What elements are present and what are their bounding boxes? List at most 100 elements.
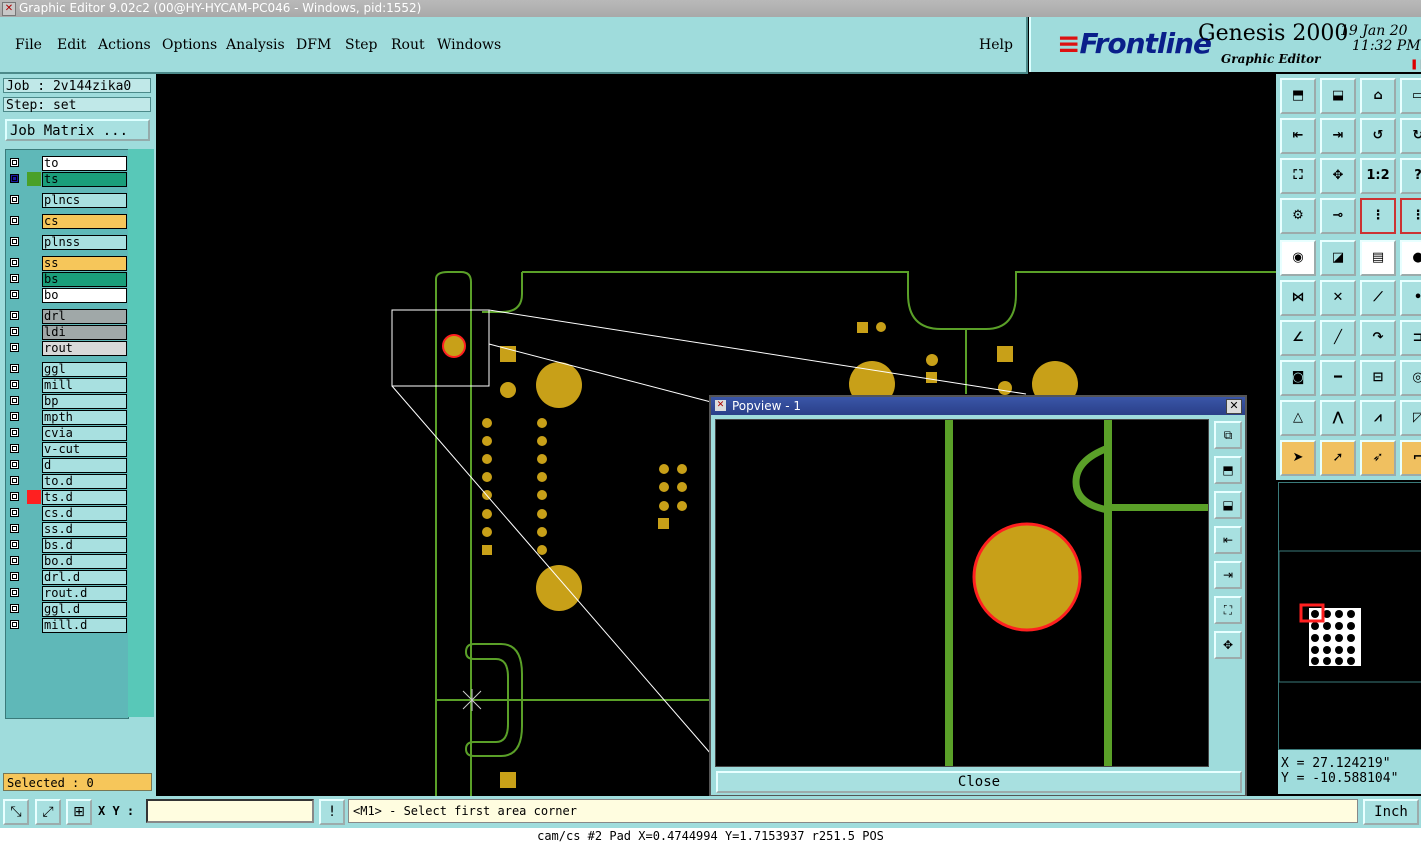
layer-checkbox[interactable] [10, 216, 19, 225]
unit-button[interactable]: Inch [1363, 799, 1419, 825]
home-icon[interactable]: ⌂ [1360, 78, 1396, 114]
layer-checkbox[interactable] [10, 364, 19, 373]
layer-name[interactable]: cvia [42, 426, 127, 441]
layer-row[interactable]: to.d [6, 474, 128, 489]
layer-checkbox[interactable] [10, 343, 19, 352]
net-icon[interactable]: ⋮ [1400, 198, 1421, 234]
step-select-icon[interactable]: ⌐ [1400, 440, 1421, 476]
zoom-home-icon[interactable]: ⬒ [1280, 78, 1316, 114]
layer-row[interactable]: bs.d [6, 538, 128, 553]
layer-row[interactable]: ts.d [6, 490, 128, 505]
info-icon[interactable]: ! [319, 799, 345, 825]
layer-name[interactable]: to.d [42, 474, 127, 489]
layer-row[interactable]: mill.d [6, 618, 128, 633]
layer-checkbox[interactable] [10, 444, 19, 453]
menu-actions[interactable]: Actions [98, 37, 151, 53]
layer-checkbox[interactable] [10, 290, 19, 299]
popview-center-icon[interactable]: ✥ [1214, 631, 1242, 659]
popview-pan-right-icon[interactable]: ⇥ [1214, 561, 1242, 589]
popview-pan-left-icon[interactable]: ⇤ [1214, 526, 1242, 554]
layer-row[interactable]: rout [6, 341, 128, 356]
arc-icon[interactable]: ↷ [1360, 320, 1396, 356]
pointer-icon[interactable]: ➤ [1280, 440, 1316, 476]
pad-icon[interactable]: ● [1400, 240, 1421, 276]
highlighted-pad[interactable] [442, 334, 466, 358]
layer-row[interactable]: ggl.d [6, 602, 128, 617]
resize-icon[interactable]: ⤡ [3, 799, 29, 825]
settings-icon[interactable]: ⚙ [1280, 198, 1316, 234]
layer-row[interactable]: v-cut [6, 442, 128, 457]
triangle-icon[interactable]: △ [1280, 400, 1316, 436]
menu-dfm[interactable]: DFM [296, 37, 331, 53]
layer-name[interactable]: cs [42, 214, 127, 229]
layer-row[interactable]: mill [6, 378, 128, 393]
net-highlight-icon[interactable]: ⋮ [1360, 198, 1396, 234]
layer-name[interactable]: ss [42, 256, 127, 271]
arch-icon[interactable]: ⩘ [1360, 400, 1396, 436]
popview-titlebar[interactable]: ✕ Popview - 1 ✕ [711, 397, 1245, 415]
layer-name[interactable]: mpth [42, 410, 127, 425]
layer-checkbox[interactable] [10, 492, 19, 501]
layer-row[interactable]: d [6, 458, 128, 473]
layer-row[interactable]: drl [6, 309, 128, 324]
layer-name[interactable]: bo.d [42, 554, 127, 569]
layer-checkbox[interactable] [10, 412, 19, 421]
menu-rout[interactable]: Rout [391, 37, 425, 53]
help-icon[interactable]: ? [1400, 158, 1421, 194]
layer-name[interactable]: mill [42, 378, 127, 393]
layer-checkbox[interactable] [10, 274, 19, 283]
xy-input[interactable] [146, 799, 314, 823]
layer-name[interactable]: ggl [42, 362, 127, 377]
layer-row[interactable]: ts [6, 172, 128, 187]
pause-icon[interactable]: ❚❚ [1410, 59, 1421, 70]
line-point-icon[interactable]: ⟋ [1360, 280, 1396, 316]
layer-row[interactable]: drl.d [6, 570, 128, 585]
layer-checkbox[interactable] [10, 380, 19, 389]
wedge-icon[interactable]: ◸ [1400, 400, 1421, 436]
layer-checkbox[interactable] [10, 604, 19, 613]
pad-select-icon[interactable]: ◙ [1280, 360, 1316, 396]
layer-row[interactable]: bo.d [6, 554, 128, 569]
layer-name[interactable]: ts [42, 172, 127, 187]
zoom-center-icon[interactable]: ✥ [1320, 158, 1356, 194]
menu-help[interactable]: Help [979, 37, 1013, 53]
popview-pan-down-icon[interactable]: ⬓ [1214, 491, 1242, 519]
layer-list-scrollbar[interactable] [128, 149, 154, 717]
layer-row[interactable]: cvia [6, 426, 128, 441]
popview-canvas[interactable] [715, 419, 1209, 767]
layer-checkbox[interactable] [10, 195, 19, 204]
popview-zoom-icon[interactable]: ⧉ [1214, 421, 1242, 449]
menu-options[interactable]: Options [162, 37, 217, 53]
zoom-fit-icon[interactable]: ⛶ [1280, 158, 1316, 194]
layer-checkbox[interactable] [10, 327, 19, 336]
layer-name[interactable]: ldi [42, 325, 127, 340]
layer-row[interactable]: cs.d [6, 506, 128, 521]
layer-checkbox[interactable] [10, 174, 19, 183]
measure-angle-icon[interactable]: ◪ [1320, 240, 1356, 276]
layer-name[interactable]: bs.d [42, 538, 127, 553]
layer-row[interactable]: cs [6, 214, 128, 229]
menu-file[interactable]: File [15, 37, 42, 53]
layer-name[interactable]: drl [42, 309, 127, 324]
layer-name[interactable]: v-cut [42, 442, 127, 457]
popview-fit-icon[interactable]: ⛶ [1214, 596, 1242, 624]
layer-row[interactable]: rout.d [6, 586, 128, 601]
bracket-icon[interactable]: ⊐ [1400, 320, 1421, 356]
feature-info-icon[interactable]: ◉ [1280, 240, 1316, 276]
layer-row[interactable]: ss [6, 256, 128, 271]
window-icon[interactable]: ▭ [1400, 78, 1421, 114]
layer-name[interactable]: mill.d [42, 618, 127, 633]
redo-view-icon[interactable]: ↻ [1400, 118, 1421, 154]
undo-view-icon[interactable]: ↺ [1360, 118, 1396, 154]
layer-name[interactable]: bo [42, 288, 127, 303]
menu-analysis[interactable]: Analysis [226, 37, 285, 53]
grid-icon[interactable]: ⊞ [66, 799, 92, 825]
layer-name[interactable]: bs [42, 272, 127, 287]
menu-windows[interactable]: Windows [437, 37, 501, 53]
menu-step[interactable]: Step [345, 37, 377, 53]
dimension-icon[interactable]: ⊟ [1360, 360, 1396, 396]
circle-icon[interactable]: ◎ [1400, 360, 1421, 396]
scale-one-icon[interactable]: 1:2 [1360, 158, 1396, 194]
layer-checkbox[interactable] [10, 396, 19, 405]
job-matrix-button[interactable]: Job Matrix ... [5, 119, 150, 141]
